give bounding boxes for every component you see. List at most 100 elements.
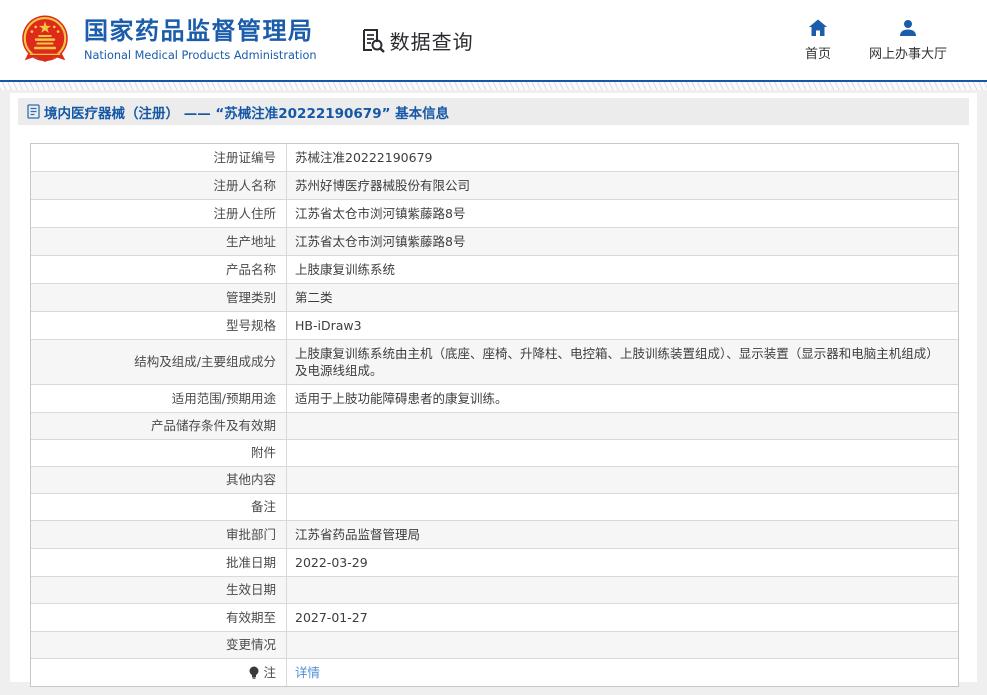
row-label-text: 有效期至 xyxy=(226,610,276,626)
row-label-text: 其他内容 xyxy=(226,472,276,488)
national-emblem-logo xyxy=(18,13,72,67)
document-search-icon xyxy=(359,27,385,53)
content-panel: 境内医疗器械（注册） —— “苏械注准20222190679” 基本信息 注册证… xyxy=(10,93,977,682)
site-title: 国家药品监督管理局 xyxy=(84,18,317,46)
row-value xyxy=(287,440,958,466)
brand-text: 国家药品监督管理局 National Medical Products Admi… xyxy=(84,18,317,62)
row-label: 生产地址 xyxy=(31,228,287,255)
row-label-text: 注册人住所 xyxy=(213,206,276,222)
row-value xyxy=(287,467,958,493)
row-label-text: 变更情况 xyxy=(226,637,276,653)
row-label-text: 注册证编号 xyxy=(213,150,276,166)
detail-link[interactable]: 详情 xyxy=(295,664,320,681)
nav-service-hall-label: 网上办事大厅 xyxy=(869,43,947,62)
breadcrumb: 境内医疗器械（注册） —— “苏械注准20222190679” 基本信息 xyxy=(18,98,969,125)
table-row: 批准日期 2022-03-29 xyxy=(31,548,958,576)
table-row: 适用范围/预期用途 适用于上肢功能障碍患者的康复训练。 xyxy=(31,384,958,412)
row-label: 批准日期 xyxy=(31,549,287,576)
row-value xyxy=(287,577,958,603)
row-label: 注册证编号 xyxy=(31,144,287,171)
row-label: 附件 xyxy=(31,440,287,466)
data-query-label: 数据查询 xyxy=(390,26,474,55)
row-value: 第二类 xyxy=(287,284,958,311)
row-value: 江苏省太仓市浏河镇紫藤路8号 xyxy=(287,228,958,255)
row-label: 备注 xyxy=(31,494,287,520)
row-value: 2027-01-27 xyxy=(287,604,958,631)
decorative-hatch-band xyxy=(0,82,987,90)
site-subtitle: National Medical Products Administration xyxy=(84,49,317,62)
row-value: 苏州好博医疗器械股份有限公司 xyxy=(287,172,958,199)
row-label: 其他内容 xyxy=(31,467,287,493)
row-value: 苏械注准20222190679 xyxy=(287,144,958,171)
row-label-text: 适用范围/预期用途 xyxy=(172,391,276,407)
data-query-button[interactable]: 数据查询 xyxy=(359,26,474,55)
row-value xyxy=(287,632,958,658)
row-value xyxy=(287,494,958,520)
row-label: 审批部门 xyxy=(31,521,287,548)
row-label-text: 附件 xyxy=(251,445,276,461)
row-label-text: 注 xyxy=(263,665,276,681)
row-label: 型号规格 xyxy=(31,312,287,339)
row-value: 上肢康复训练系统 xyxy=(287,256,958,283)
table-row: 注册证编号 苏械注准20222190679 xyxy=(31,144,958,171)
table-row: 型号规格 HB-iDraw3 xyxy=(31,311,958,339)
nav-home-label: 首页 xyxy=(805,43,831,62)
row-label-text: 审批部门 xyxy=(226,527,276,543)
table-row: 生效日期 xyxy=(31,576,958,603)
row-label: 注册人名称 xyxy=(31,172,287,199)
table-row: 注册人名称 苏州好博医疗器械股份有限公司 xyxy=(31,171,958,199)
table-row: 审批部门 江苏省药品监督管理局 xyxy=(31,520,958,548)
row-label: 适用范围/预期用途 xyxy=(31,385,287,412)
home-icon xyxy=(808,18,828,38)
row-value: 详情 xyxy=(287,659,958,686)
row-label: 有效期至 xyxy=(31,604,287,631)
row-label-text: 生产地址 xyxy=(226,234,276,250)
table-row: 备注 xyxy=(31,493,958,520)
top-nav: 首页 网上办事大厅 xyxy=(805,18,947,62)
table-row: 结构及组成/主要组成成分 上肢康复训练系统由主机（底座、座椅、升降柱、电控箱、上… xyxy=(31,339,958,384)
row-label-text: 结构及组成/主要组成成分 xyxy=(134,354,276,370)
row-label-text: 注册人名称 xyxy=(213,178,276,194)
table-row: 变更情况 xyxy=(31,631,958,658)
row-label-text: 备注 xyxy=(251,499,276,515)
row-label: 生效日期 xyxy=(31,577,287,603)
table-row: 其他内容 xyxy=(31,466,958,493)
row-label: 注册人住所 xyxy=(31,200,287,227)
row-label: 注 xyxy=(31,659,287,686)
brand: 国家药品监督管理局 National Medical Products Admi… xyxy=(18,13,317,67)
row-label-text: 型号规格 xyxy=(226,318,276,334)
row-label-text: 产品名称 xyxy=(226,262,276,278)
nav-service-hall[interactable]: 网上办事大厅 xyxy=(869,18,947,62)
table-row: 管理类别 第二类 xyxy=(31,283,958,311)
table-row: 生产地址 江苏省太仓市浏河镇紫藤路8号 xyxy=(31,227,958,255)
row-value: 江苏省药品监督管理局 xyxy=(287,521,958,548)
table-row: 注 详情 xyxy=(31,658,958,686)
table-row: 有效期至 2027-01-27 xyxy=(31,603,958,631)
row-label: 结构及组成/主要组成成分 xyxy=(31,340,287,384)
user-icon xyxy=(898,18,918,38)
row-value xyxy=(287,413,958,439)
row-value: 2022-03-29 xyxy=(287,549,958,576)
table-row: 产品储存条件及有效期 xyxy=(31,412,958,439)
info-table: 注册证编号 苏械注准20222190679 注册人名称 苏州好博医疗器械股份有限… xyxy=(30,143,959,687)
row-label-text: 批准日期 xyxy=(226,555,276,571)
table-row: 产品名称 上肢康复训练系统 xyxy=(31,255,958,283)
document-icon xyxy=(27,104,40,119)
row-label-text: 管理类别 xyxy=(226,290,276,306)
site-header: 国家药品监督管理局 National Medical Products Admi… xyxy=(0,0,987,82)
table-row: 注册人住所 江苏省太仓市浏河镇紫藤路8号 xyxy=(31,199,958,227)
row-value: HB-iDraw3 xyxy=(287,312,958,339)
row-value: 上肢康复训练系统由主机（底座、座椅、升降柱、电控箱、上肢训练装置组成）、显示装置… xyxy=(287,340,958,384)
row-label: 变更情况 xyxy=(31,632,287,658)
row-label: 产品名称 xyxy=(31,256,287,283)
nav-home[interactable]: 首页 xyxy=(805,18,831,62)
table-row: 附件 xyxy=(31,439,958,466)
page: 国家药品监督管理局 National Medical Products Admi… xyxy=(0,0,987,682)
bulb-icon xyxy=(248,666,260,680)
breadcrumb-text: 境内医疗器械（注册） —— “苏械注准20222190679” 基本信息 xyxy=(44,102,449,122)
row-value: 江苏省太仓市浏河镇紫藤路8号 xyxy=(287,200,958,227)
row-label: 产品储存条件及有效期 xyxy=(31,413,287,439)
row-value: 适用于上肢功能障碍患者的康复训练。 xyxy=(287,385,958,412)
row-label-text: 生效日期 xyxy=(226,582,276,598)
row-label-text: 产品储存条件及有效期 xyxy=(151,418,276,434)
